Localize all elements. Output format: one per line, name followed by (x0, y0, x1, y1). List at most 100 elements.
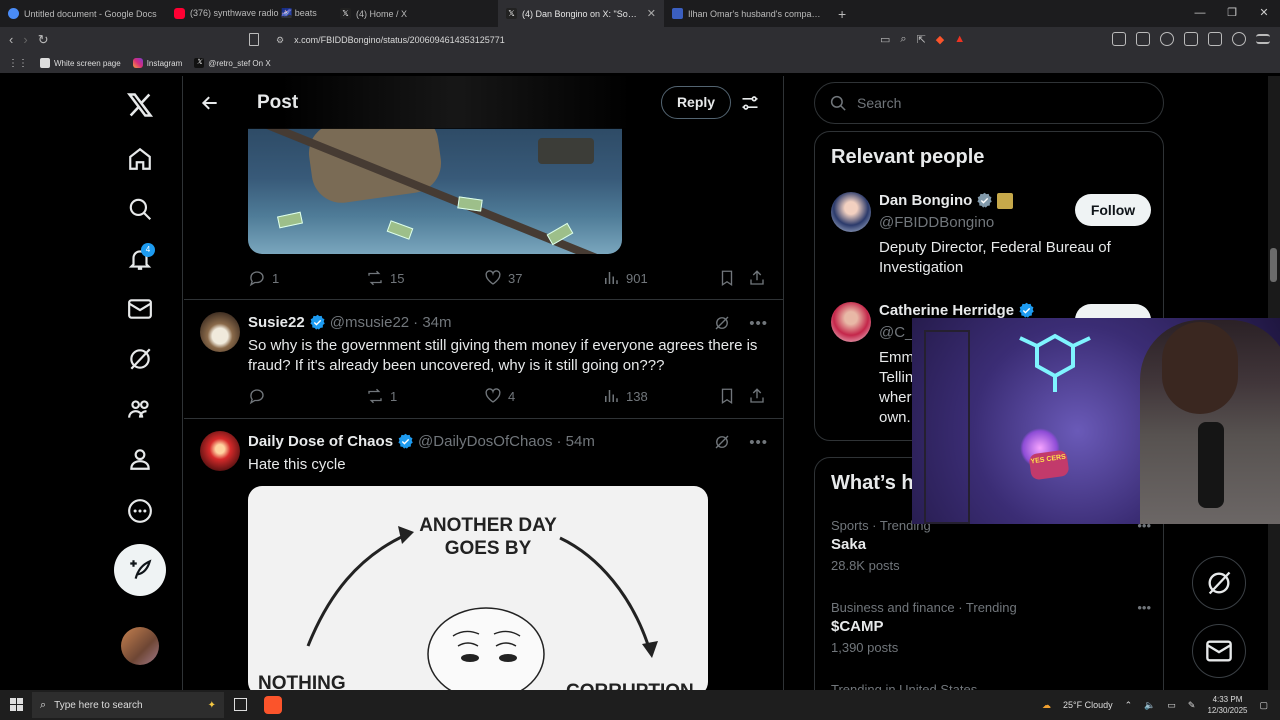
display-name[interactable]: Catherine Herridge (879, 302, 1014, 319)
back-arrow-icon[interactable] (200, 93, 220, 113)
search-field[interactable]: Search (814, 82, 1164, 124)
reply-action[interactable]: 1 (248, 269, 279, 287)
display-name[interactable]: Dan Bongino (879, 192, 972, 209)
pen-icon[interactable]: ✎ (1188, 700, 1196, 711)
timestamp[interactable]: · 54m (556, 433, 594, 450)
share-icon[interactable]: ⇱ (917, 33, 926, 46)
messages-mail-icon[interactable] (115, 284, 165, 334)
more-options-icon[interactable] (115, 486, 165, 536)
leo-icon[interactable] (1208, 32, 1222, 46)
windows-start-icon[interactable] (10, 698, 23, 711)
bookmark-white-screen[interactable]: White screen page (40, 58, 121, 68)
network-icon[interactable]: ▭ (1167, 700, 1176, 711)
account-avatar[interactable] (121, 627, 159, 665)
reply-tweet[interactable]: Susie22 @msusie22 · 34m ••• So why is th… (184, 300, 783, 418)
task-view-icon[interactable] (234, 698, 247, 711)
more-menu-icon[interactable]: ••• (749, 315, 768, 332)
communities-icon[interactable] (115, 384, 165, 434)
tray-chevron-icon[interactable]: ⌃ (1125, 700, 1133, 711)
trend-item[interactable]: Sports · Trending Saka 28.8K posts ••• (831, 518, 1151, 573)
follow-button[interactable]: Follow (1075, 194, 1151, 226)
views-action[interactable]: 901 (602, 269, 648, 287)
home-icon[interactable] (115, 134, 165, 184)
bookmark-page-icon[interactable] (249, 33, 259, 46)
apps-grid-icon[interactable]: ⋮⋮ (8, 58, 28, 69)
grok-icon[interactable] (115, 334, 165, 384)
wallet-icon[interactable] (1136, 32, 1150, 46)
like-action[interactable]: 4 (484, 387, 515, 405)
restore-button[interactable]: ❐ (1216, 0, 1248, 27)
music-icon[interactable] (1160, 32, 1174, 46)
extensions-icon[interactable] (1112, 32, 1126, 46)
vpn-icon[interactable] (1232, 32, 1246, 46)
sidebar-icon[interactable] (1184, 32, 1198, 46)
share-action[interactable] (748, 269, 766, 287)
meme-image[interactable]: ANOTHER DAY GOES BY NOTHING CORRUPTION (248, 486, 708, 690)
weather-text[interactable]: 25°F Cloudy (1063, 700, 1113, 710)
trend-item[interactable]: Trending in United States (831, 682, 1151, 690)
bookmark-instagram[interactable]: Instagram (132, 58, 182, 68)
compose-post-button[interactable] (114, 544, 166, 596)
user-avatar[interactable] (831, 192, 871, 232)
grok-fab-button[interactable] (1192, 556, 1246, 610)
more-menu-icon[interactable]: ••• (1137, 600, 1151, 615)
notifications-icon[interactable]: ▢ (1259, 700, 1268, 711)
site-settings-icon[interactable]: ⚙ (276, 35, 284, 46)
tab-x-home[interactable]: 𝕏 (4) Home / X (332, 0, 498, 27)
trend-item[interactable]: Business and finance · Trending $CAMP 1,… (831, 600, 1151, 655)
user-handle[interactable]: @FBIDDBongino (879, 214, 994, 231)
explore-search-icon[interactable] (115, 184, 165, 234)
user-handle[interactable]: @DailyDosOfChaos (418, 433, 552, 450)
display-name[interactable]: Daily Dose of Chaos (248, 433, 393, 450)
profile-icon[interactable] (115, 434, 165, 484)
forward-nav-icon[interactable]: › (23, 32, 27, 48)
bookmark-retro-stef[interactable]: 𝕏 @retro_stef On X (194, 58, 271, 68)
views-action[interactable]: 138 (602, 387, 648, 405)
share-action[interactable] (748, 387, 766, 405)
user-handle[interactable]: @C_ (879, 324, 913, 341)
person-card[interactable]: Dan Bongino @FBIDDBongino Deputy Directo… (831, 192, 1151, 292)
repost-action[interactable]: 15 (366, 269, 404, 287)
reload-icon[interactable]: ↻ (38, 32, 49, 48)
tab-ilhan-omar[interactable]: Ilhan Omar's husband's companies (664, 0, 830, 27)
taskbar-search-field[interactable]: ⌕ Type here to search ✦ (32, 692, 224, 718)
user-avatar[interactable] (200, 431, 240, 471)
display-name[interactable]: Susie22 (248, 314, 305, 331)
bookmark-action[interactable] (718, 269, 736, 287)
messages-fab-button[interactable] (1192, 624, 1246, 678)
tab-google-docs[interactable]: Untitled document - Google Docs (0, 0, 166, 27)
post-media-image[interactable] (248, 128, 622, 254)
x-logo-icon[interactable] (115, 80, 165, 130)
grok-explain-icon[interactable] (713, 314, 731, 332)
taskbar-clock[interactable]: 4:33 PM 12/30/2025 (1207, 694, 1247, 716)
close-window-button[interactable]: ✕ (1248, 0, 1280, 27)
brave-taskbar-icon[interactable] (264, 696, 282, 714)
reply-action[interactable] (248, 387, 272, 405)
volume-icon[interactable]: 🔈 (1144, 700, 1155, 711)
brave-shields-icon[interactable]: ◆ (936, 33, 944, 46)
new-tab-button[interactable]: + (830, 6, 854, 22)
reply-filter-icon[interactable] (740, 93, 760, 113)
user-avatar[interactable] (831, 302, 871, 342)
user-handle[interactable]: @msusie22 (330, 314, 409, 331)
timestamp[interactable]: · 34m (413, 314, 451, 331)
tab-dan-bongino[interactable]: 𝕏 (4) Dan Bongino on X: "Some im ✕ (498, 0, 664, 27)
reply-button[interactable]: Reply (661, 86, 731, 119)
scrollbar-thumb[interactable] (1270, 248, 1277, 282)
brave-rewards-icon[interactable]: ▲ (954, 33, 965, 46)
grok-explain-icon[interactable] (713, 433, 731, 451)
more-menu-icon[interactable]: ••• (749, 434, 768, 451)
repost-action[interactable]: 1 (366, 387, 397, 405)
back-nav-icon[interactable]: ‹ (9, 32, 13, 48)
minimize-button[interactable]: — (1184, 0, 1216, 27)
weather-icon[interactable]: ☁ (1042, 700, 1051, 711)
zoom-icon[interactable]: ⌕ (900, 33, 906, 46)
tab-youtube[interactable]: (376) synthwave radio 🌌 beats (166, 0, 332, 27)
reader-mode-icon[interactable]: ▭ (880, 33, 890, 46)
bookmark-action[interactable] (718, 387, 736, 405)
like-action[interactable]: 37 (484, 269, 522, 287)
notifications-bell-icon[interactable] (115, 234, 165, 284)
user-avatar[interactable] (200, 312, 240, 352)
menu-icon[interactable] (1256, 34, 1270, 44)
close-tab-icon[interactable]: ✕ (647, 7, 656, 20)
